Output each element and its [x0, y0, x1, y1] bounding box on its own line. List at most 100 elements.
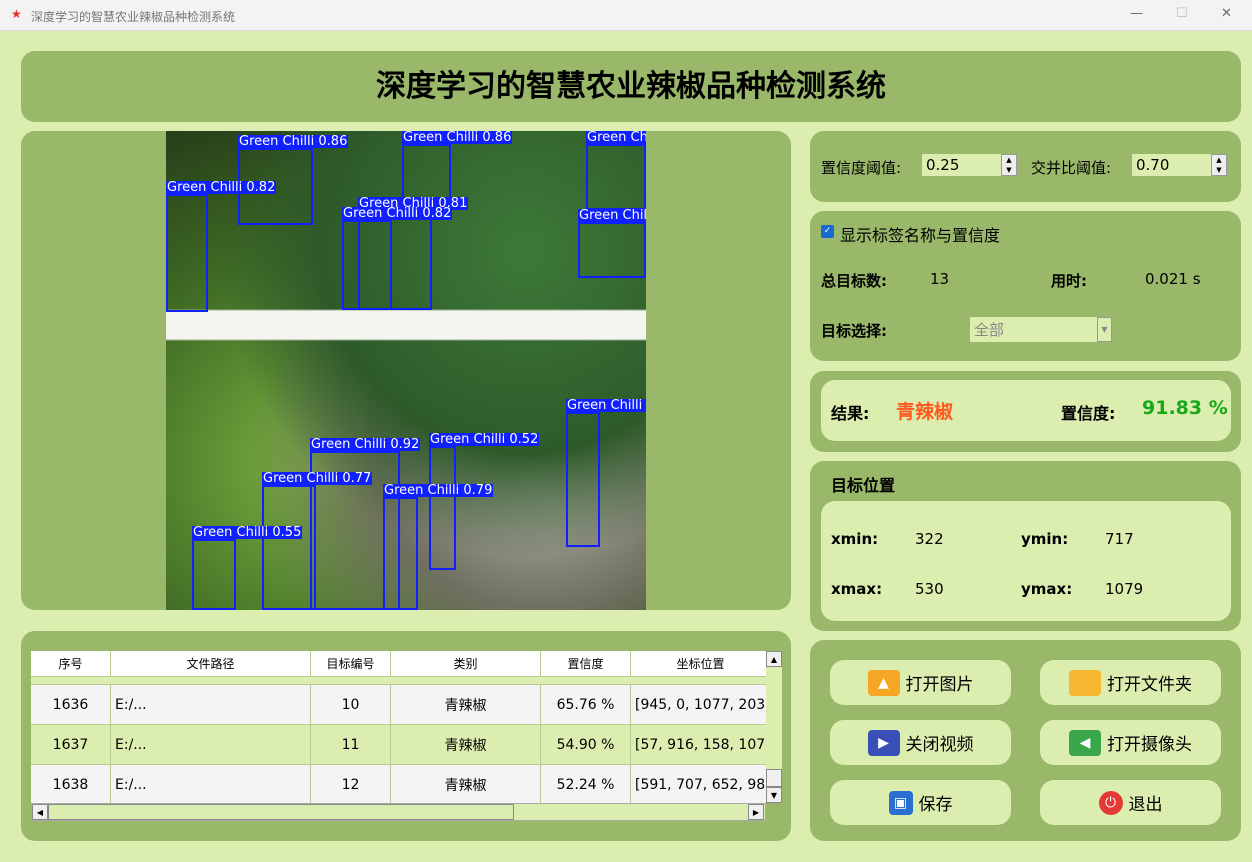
horizontal-scroll-thumb[interactable] [48, 804, 514, 820]
result-box: 结果: 青辣椒 置信度: 91.83 % [821, 380, 1231, 441]
open-camera-label: 打开摄像头 [1107, 735, 1192, 755]
ymax-value: 1079 [1105, 580, 1144, 598]
total-targets-value: 13 [930, 270, 950, 288]
table-cell: 12 [311, 765, 391, 803]
column-header[interactable]: 坐标位置 [631, 651, 766, 676]
ymin-value: 717 [1105, 530, 1134, 548]
detection-box [429, 446, 456, 570]
result-label: 结果: [831, 404, 870, 423]
detection-label: Green Chilli 0.86 [402, 131, 513, 145]
open-image-button[interactable]: ▲ 打开图片 [830, 660, 1011, 705]
table-row[interactable]: 1638 E:/... 12 青辣椒 52.24 % [591, 707, 652, 98… [31, 765, 766, 803]
table-cell: 青辣椒 [391, 725, 541, 764]
open-camera-button[interactable]: ◀ 打开摄像头 [1040, 720, 1221, 765]
detection-label: Green Chilli 0.79 [383, 483, 494, 498]
show-labels-checkbox[interactable]: ✓ [821, 225, 834, 238]
power-icon: ⏻ [1098, 790, 1123, 815]
detection-label: Green Chilli 0.55 [192, 525, 303, 540]
detection-box [566, 412, 600, 547]
detection-box [383, 497, 418, 610]
stats-panel: ✓ 显示标签名称与置信度 总目标数: 13 用时: 0.021 s 目标选择: … [810, 211, 1241, 361]
spin-arrows-icon[interactable]: ▲ ▼ [1211, 154, 1227, 176]
table-cell: 青辣椒 [391, 765, 541, 803]
result-conf-label: 置信度: [1061, 404, 1116, 423]
table-row-partial [31, 677, 766, 685]
column-header[interactable]: 置信度 [541, 651, 631, 676]
results-table-panel: 序号 文件路径 目标编号 类别 置信度 坐标位置 1636 E:/... 10 青辣椒 65.76… [21, 631, 791, 841]
table-cell: 65.76 % [541, 685, 631, 724]
column-header[interactable]: 类别 [391, 651, 541, 676]
ymin-label: ymin: [1021, 530, 1069, 548]
xmax-label: xmax: [831, 580, 883, 598]
table-cell: 10 [311, 685, 391, 724]
exit-button[interactable]: ⏻ 退出 [1040, 780, 1221, 825]
image-panel: Green Chilli 0.86 Green Chilli 0.82 Green … [21, 131, 791, 610]
target-select-label: 目标选择: [821, 322, 887, 340]
app-icon: ★ [11, 7, 22, 21]
close-video-label: 关闭视频 [905, 735, 974, 755]
iou-threshold-value: 0.70 [1136, 156, 1170, 174]
vertical-scrollbar[interactable]: ▲ ▼ [766, 651, 782, 803]
scroll-left-icon[interactable]: ◀ [32, 804, 48, 820]
spin-arrows-icon[interactable]: ▲ ▼ [1001, 154, 1017, 176]
detection-label: Green Chilli 0.92 [310, 437, 421, 452]
maximize-button[interactable]: ☐ [1176, 6, 1188, 21]
header-panel: 深度学习的智慧农业辣椒品种检测系统 [21, 51, 1241, 122]
exit-label: 退出 [1128, 795, 1163, 815]
iou-threshold-spinbox[interactable]: 0.70 ▲ ▼ [1132, 154, 1227, 176]
detection-label: Green Chilli 0.82 [342, 206, 453, 221]
detection-box [166, 194, 208, 312]
column-header[interactable]: 文件路径 [111, 651, 311, 676]
chevron-down-icon[interactable]: ▼ [1097, 317, 1112, 342]
table-cell: 1636 [31, 685, 111, 724]
column-header[interactable]: 序号 [31, 651, 111, 676]
conf-threshold-spinbox[interactable]: 0.25 ▲ ▼ [922, 154, 1017, 176]
table-row[interactable]: 1637 E:/... 11 青辣椒 54.90 % [57, 916, 158, 107… [31, 725, 766, 765]
camera-icon: ◀ [1069, 729, 1101, 756]
minimize-button[interactable]: — [1130, 6, 1143, 21]
table-cell: E:/... [111, 765, 311, 803]
detection-label: Green Chilli 0.52 [429, 432, 540, 447]
scroll-right-icon[interactable]: ▶ [748, 804, 764, 820]
table-cell: [945, 0, 1077, 203] [631, 685, 766, 724]
detection-box [192, 539, 236, 610]
window-title: 深度学习的智慧农业辣椒品种检测系统 [31, 10, 236, 24]
xmin-label: xmin: [831, 530, 879, 548]
close-video-button[interactable]: ▶ 关闭视频 [830, 720, 1011, 765]
detection-label: Green Chilli 0.77 [262, 471, 373, 486]
result-panel: 结果: 青辣椒 置信度: 91.83 % [810, 371, 1241, 452]
table-cell: 1638 [31, 765, 111, 803]
position-title: 目标位置 [831, 476, 896, 495]
xmax-value: 530 [915, 580, 944, 598]
conf-threshold-value: 0.25 [926, 156, 960, 174]
result-conf-value: 91.83 % [1142, 397, 1228, 419]
scroll-up-icon[interactable]: ▲ [766, 651, 782, 667]
results-table: 序号 文件路径 目标编号 类别 置信度 坐标位置 1636 E:/... 10 青辣椒 65.76… [31, 651, 766, 803]
detection-image: Green Chilli 0.86 Green Chilli 0.82 Green … [166, 131, 646, 610]
scroll-thumb[interactable] [766, 769, 782, 787]
table-row[interactable]: 1636 E:/... 10 青辣椒 65.76 % [945, 0, 1077, 203… [31, 685, 766, 725]
open-image-label: 打开图片 [905, 675, 974, 695]
page-title: 深度学习的智慧农业辣椒品种检测系统 [376, 69, 886, 104]
table-cell: E:/... [111, 725, 311, 764]
column-header[interactable]: 目标编号 [311, 651, 391, 676]
save-label: 保存 [918, 795, 953, 815]
save-button[interactable]: ▣ 保存 [830, 780, 1011, 825]
time-value: 0.021 s [1145, 270, 1201, 288]
detection-box [586, 144, 646, 210]
detection-label: Green Chilli 0.86 [238, 134, 349, 149]
ymax-label: ymax: [1021, 580, 1073, 598]
horizontal-scrollbar[interactable]: ◀ ▶ [31, 803, 766, 821]
position-panel: 目标位置 xmin: 322 ymin: 717 xmax: 530 ymax:… [810, 461, 1241, 631]
close-button[interactable]: ✕ [1221, 6, 1232, 21]
open-folder-button[interactable]: 打开文件夹 [1040, 660, 1221, 705]
position-box: xmin: 322 ymin: 717 xmax: 530 ymax: 1079 [821, 501, 1231, 621]
show-labels-label: 显示标签名称与置信度 [840, 226, 1001, 245]
actions-panel: ▲ 打开图片 打开文件夹 ▶ 关闭视频 ◀ 打开摄像头 ▣ 保存 ⏻ 退出 [810, 640, 1241, 841]
image-icon: ▲ [867, 669, 900, 696]
table-cell: 54.90 % [541, 725, 631, 764]
total-targets-label: 总目标数: [821, 272, 887, 290]
scroll-down-icon[interactable]: ▼ [766, 787, 782, 803]
table-header: 序号 文件路径 目标编号 类别 置信度 坐标位置 [31, 651, 766, 677]
target-select-dropdown[interactable]: 全部 ▼ [970, 317, 1112, 342]
